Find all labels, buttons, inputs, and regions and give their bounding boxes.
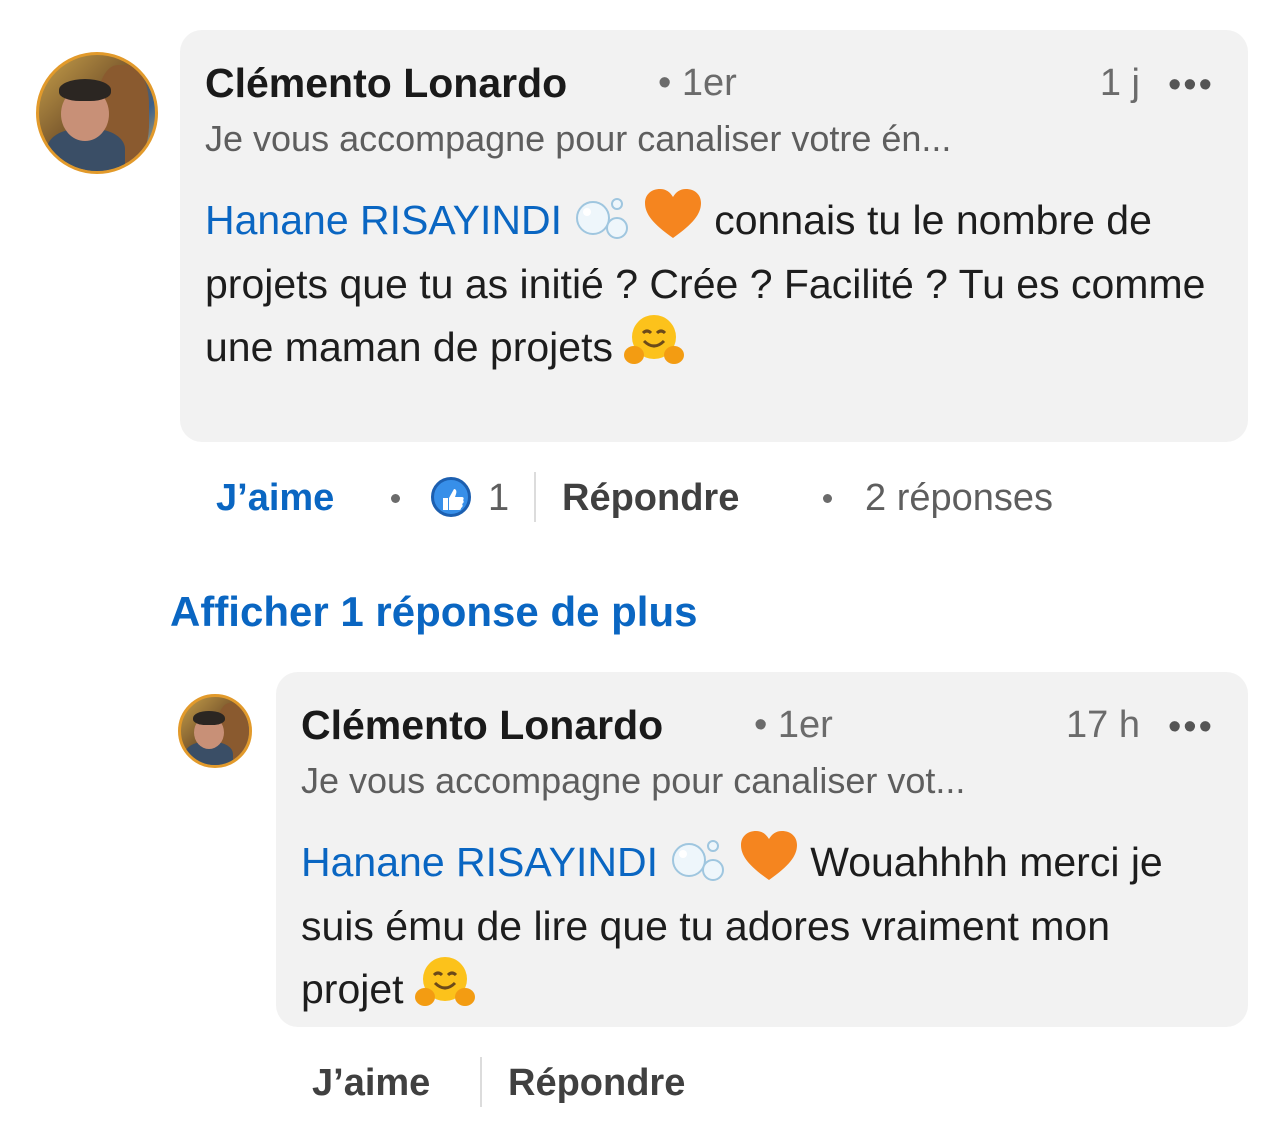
avatar[interactable]	[36, 52, 158, 174]
orange-heart-emoji	[643, 188, 703, 255]
bubbles-emoji	[669, 838, 727, 897]
orange-heart-emoji	[739, 830, 799, 897]
hugging-face-emoji	[624, 313, 685, 382]
comment-text-line1: connais tu le	[714, 197, 945, 243]
like-button[interactable]: J’aime	[216, 477, 334, 520]
reply-text: Hanane RISAYINDI Wouahhhh merci je suis …	[301, 830, 1221, 1024]
author-name[interactable]: Clémento Lonardo	[301, 702, 663, 749]
divider	[480, 1057, 482, 1107]
mention-link[interactable]: Hanane RISAYINDI	[205, 197, 562, 243]
more-options-icon[interactable]: •••	[1168, 708, 1214, 746]
comment-time: 1 j	[1099, 62, 1140, 104]
like-count[interactable]: 1	[488, 477, 509, 520]
reply-time: 17 h	[1066, 704, 1140, 746]
mention-link[interactable]: Hanane RISAYINDI	[301, 839, 658, 885]
reply-button[interactable]: Répondre	[508, 1062, 685, 1105]
bubbles-emoji	[573, 196, 631, 255]
connection-degree: • 1er	[754, 704, 833, 746]
like-button[interactable]: J’aime	[312, 1062, 430, 1105]
show-more-replies-link[interactable]: Afficher 1 réponse de plus	[170, 588, 697, 636]
avatar[interactable]	[178, 694, 252, 768]
author-headline: Je vous accompagne pour canaliser votre …	[205, 118, 952, 159]
reply-button[interactable]: Répondre	[562, 477, 739, 520]
hugging-face-emoji	[414, 955, 475, 1024]
more-options-icon[interactable]: •••	[1168, 66, 1214, 104]
connection-degree: • 1er	[658, 62, 737, 104]
thumbs-up-icon	[431, 477, 471, 517]
separator-dot	[391, 494, 400, 503]
author-headline: Je vous accompagne pour canaliser vot...	[301, 760, 966, 801]
divider	[534, 472, 536, 522]
author-name[interactable]: Clémento Lonardo	[205, 60, 567, 107]
comment-text: Hanane RISAYINDI connais tu le nombre de…	[205, 188, 1215, 382]
separator-dot	[823, 494, 832, 503]
reply-text-line1: Wouahhhh	[810, 839, 1008, 885]
replies-count[interactable]: 2 réponses	[865, 477, 1053, 520]
